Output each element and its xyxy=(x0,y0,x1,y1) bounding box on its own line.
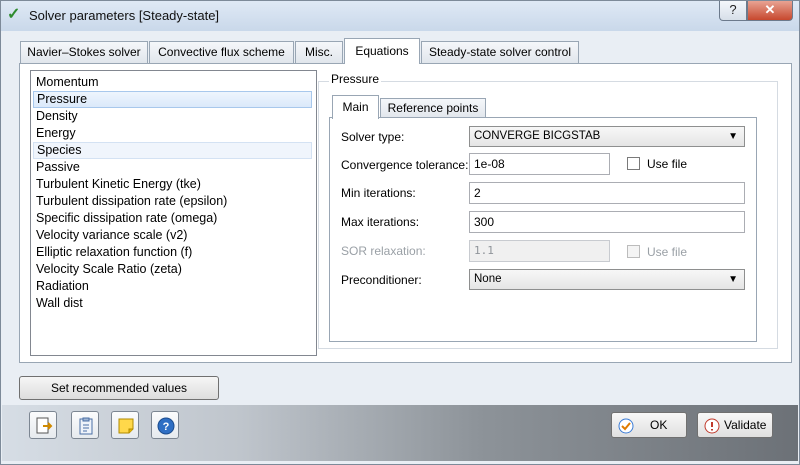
window-title: Solver parameters [Steady-state] xyxy=(29,8,220,23)
list-item-radiation[interactable]: Radiation xyxy=(33,278,312,295)
tab-equations[interactable]: Equations xyxy=(344,38,420,64)
tab-misc[interactable]: Misc. xyxy=(295,41,343,63)
tab-navier-stokes-solver[interactable]: Navier–Stokes solver xyxy=(20,41,148,63)
group-title: Pressure xyxy=(329,72,382,86)
clipboard-button[interactable] xyxy=(71,411,99,439)
preconditioner-select[interactable]: None ▼ xyxy=(469,269,745,290)
clipboard-icon xyxy=(79,417,93,435)
title-help-button[interactable]: ? xyxy=(719,1,747,21)
tab-main[interactable]: Main xyxy=(332,95,379,119)
note-button[interactable] xyxy=(111,411,139,439)
max-iterations-input[interactable]: 300 xyxy=(469,211,745,233)
list-item-v2[interactable]: Velocity variance scale (v2) xyxy=(33,227,312,244)
tab-convective-flux-scheme[interactable]: Convective flux scheme xyxy=(149,41,294,63)
list-item-momentum[interactable]: Momentum xyxy=(33,74,312,91)
validate-label: Validate xyxy=(724,418,767,432)
solver-parameters-window: ✓ Solver parameters [Steady-state] ? ✕ N… xyxy=(0,0,800,465)
sor-relaxation-input: 1.1 xyxy=(469,240,610,262)
max-iterations-label: Max iterations: xyxy=(341,215,420,229)
sor-use-file-checkbox xyxy=(627,245,640,258)
list-item-omega[interactable]: Specific dissipation rate (omega) xyxy=(33,210,312,227)
equation-list[interactable]: Momentum Pressure Density Energy Species… xyxy=(30,70,317,356)
set-recommended-values-button[interactable]: Set recommended values xyxy=(19,376,219,400)
export-icon xyxy=(36,417,53,434)
tab-steady-state-solver-control[interactable]: Steady-state solver control xyxy=(421,41,579,63)
list-item-pressure[interactable]: Pressure xyxy=(33,91,312,108)
export-button[interactable] xyxy=(29,411,57,439)
solver-type-label: Solver type: xyxy=(341,130,405,144)
list-item-wall-dist[interactable]: Wall dist xyxy=(33,295,312,312)
list-item-energy[interactable]: Energy xyxy=(33,125,312,142)
list-item-epsilon[interactable]: Turbulent dissipation rate (epsilon) xyxy=(33,193,312,210)
help-button[interactable]: ? xyxy=(151,411,179,439)
ok-label: OK xyxy=(650,418,668,432)
convergence-use-file-label: Use file xyxy=(647,157,688,171)
list-item-density[interactable]: Density xyxy=(33,108,312,125)
help-icon: ? xyxy=(157,417,175,435)
solver-type-select[interactable]: CONVERGE BICGSTAB ▼ xyxy=(469,126,745,147)
preconditioner-label: Preconditioner: xyxy=(341,273,422,287)
list-item-species[interactable]: Species xyxy=(33,142,312,159)
min-iterations-input[interactable]: 2 xyxy=(469,182,745,204)
validate-button[interactable]: Validate xyxy=(697,412,773,438)
list-item-passive[interactable]: Passive xyxy=(33,159,312,176)
svg-text:?: ? xyxy=(163,421,170,433)
min-iterations-label: Min iterations: xyxy=(341,186,416,200)
chevron-down-icon: ▼ xyxy=(728,274,738,285)
preconditioner-value: None xyxy=(474,273,502,285)
convergence-tolerance-label: Convergence tolerance: xyxy=(341,158,469,172)
list-item-zeta[interactable]: Velocity Scale Ratio (zeta) xyxy=(33,261,312,278)
list-item-tke[interactable]: Turbulent Kinetic Energy (tke) xyxy=(33,176,312,193)
convergence-tolerance-input[interactable]: 1e-08 xyxy=(469,153,610,175)
close-button[interactable]: ✕ xyxy=(747,1,793,21)
validate-icon xyxy=(704,418,720,434)
solver-type-value: CONVERGE BICGSTAB xyxy=(474,130,601,142)
chevron-down-icon: ▼ xyxy=(728,131,738,142)
ok-button[interactable]: OK xyxy=(611,412,687,438)
note-icon xyxy=(118,418,134,434)
list-item-f[interactable]: Elliptic relaxation function (f) xyxy=(33,244,312,261)
checkmark-icon: ✓ xyxy=(7,6,21,23)
ok-check-icon xyxy=(618,418,634,434)
sor-relaxation-label: SOR relaxation: xyxy=(341,244,426,258)
sor-use-file-label: Use file xyxy=(647,245,688,259)
convergence-use-file-checkbox[interactable] xyxy=(627,157,640,170)
tab-reference-points[interactable]: Reference points xyxy=(380,98,486,118)
title-bar: ✓ Solver parameters [Steady-state] ? ✕ xyxy=(1,1,799,31)
